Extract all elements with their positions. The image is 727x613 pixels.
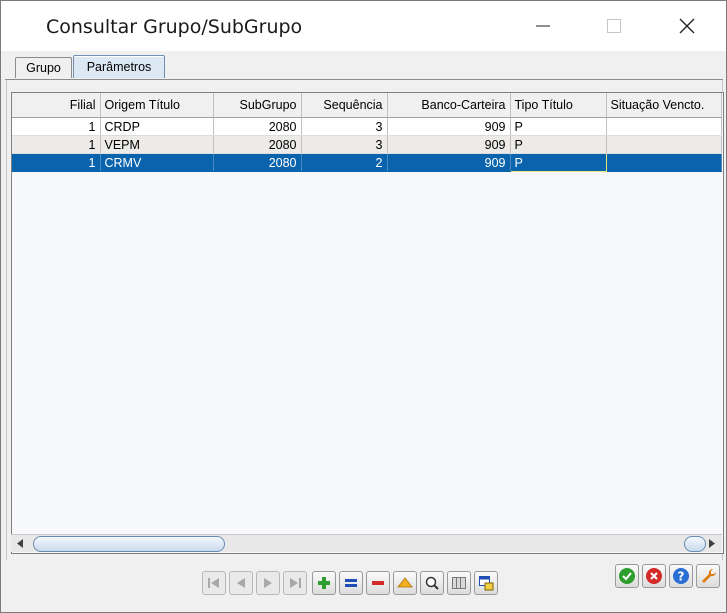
prior-record-button[interactable] [229, 571, 253, 595]
table-export-icon [479, 576, 494, 591]
cell-filial[interactable]: 1 [12, 135, 101, 154]
export-button[interactable] [474, 571, 498, 595]
tab-grupo[interactable]: Grupo [15, 57, 72, 78]
column-header-situacao-vencto[interactable]: Situação Vencto. [606, 93, 722, 118]
minus-icon [372, 581, 384, 585]
cancel-circle-icon [646, 568, 662, 584]
help-button[interactable]: ? [669, 564, 693, 588]
grid-columns-icon [452, 577, 466, 589]
confirm-button[interactable] [615, 564, 639, 588]
title-bar: Consultar Grupo/SubGrupo [1, 1, 726, 51]
plus-icon [318, 577, 330, 589]
table-row[interactable]: 1 CRDP 2080 3 909 P [12, 117, 722, 136]
minimize-button[interactable] [520, 1, 566, 51]
scroll-thumb[interactable] [33, 536, 225, 552]
tab-parametros[interactable]: Parâmetros [73, 55, 165, 78]
horizontal-scrollbar[interactable] [11, 534, 722, 552]
last-record-button[interactable] [283, 571, 307, 595]
triangle-up-icon [397, 577, 413, 588]
cell-situacao-vencto[interactable] [606, 117, 722, 136]
table-row-selected[interactable]: 1 CRMV 2080 2 909 P [12, 153, 722, 172]
dialog-window: Consultar Grupo/SubGrupo Grupo Parâmetro… [0, 0, 727, 613]
column-header-filial[interactable]: Filial [12, 93, 101, 118]
cell-filial[interactable]: 1 [12, 117, 101, 136]
cell-banco-carteira[interactable]: 909 [387, 135, 511, 154]
delete-button[interactable] [366, 571, 390, 595]
data-grid[interactable]: Filial Origem Título SubGrupo Sequência … [11, 92, 724, 554]
next-record-button[interactable] [256, 571, 280, 595]
post-button[interactable] [393, 571, 417, 595]
close-icon [679, 18, 695, 34]
cell-filial[interactable]: 1 [12, 153, 101, 172]
prior-icon [237, 578, 245, 588]
window-title: Consultar Grupo/SubGrupo [46, 16, 303, 38]
close-button[interactable] [664, 1, 710, 51]
svg-text:?: ? [678, 570, 685, 584]
wrench-icon [702, 568, 717, 583]
arrow-left-icon [17, 539, 23, 548]
scroll-thumb-end[interactable] [684, 536, 706, 552]
cell-banco-carteira[interactable]: 909 [387, 153, 511, 172]
cell-banco-carteira[interactable]: 909 [387, 117, 511, 136]
edit-button[interactable] [339, 571, 363, 595]
last-icon [290, 578, 301, 588]
cell-subgrupo[interactable]: 2080 [213, 153, 302, 172]
equals-icon [345, 579, 357, 587]
help-circle-icon: ? [673, 568, 689, 584]
cell-tipo-titulo[interactable]: P [510, 117, 607, 136]
cell-subgrupo[interactable]: 2080 [213, 117, 302, 136]
first-record-button[interactable] [202, 571, 226, 595]
next-icon [264, 578, 272, 588]
insert-button[interactable] [312, 571, 336, 595]
maximize-icon [607, 19, 621, 33]
check-circle-icon [619, 568, 635, 584]
search-icon [425, 576, 439, 590]
scroll-right-button[interactable] [705, 537, 719, 550]
column-header-origem-titulo[interactable]: Origem Título [100, 93, 214, 118]
columns-button[interactable] [447, 571, 471, 595]
search-button[interactable] [420, 571, 444, 595]
cell-tipo-titulo-focused[interactable]: P [509, 153, 607, 172]
cell-sequencia[interactable]: 3 [301, 135, 388, 154]
cell-tipo-titulo[interactable]: P [510, 135, 607, 154]
cell-origem-titulo[interactable]: CRDP [100, 117, 214, 136]
scroll-left-button[interactable] [13, 537, 27, 550]
cell-situacao-vencto[interactable] [606, 135, 722, 154]
minimize-icon [536, 25, 550, 27]
column-header-banco-carteira[interactable]: Banco-Carteira [387, 93, 511, 118]
table-row[interactable]: 1 VEPM 2080 3 909 P [12, 135, 722, 154]
cell-sequencia[interactable]: 2 [301, 153, 388, 172]
cell-situacao-vencto[interactable] [606, 153, 722, 172]
first-icon [208, 578, 219, 588]
cell-origem-titulo[interactable]: VEPM [100, 135, 214, 154]
maximize-button[interactable] [591, 1, 637, 51]
tab-divider [5, 79, 723, 80]
column-header-tipo-titulo[interactable]: Tipo Título [510, 93, 607, 118]
grid-table: Filial Origem Título SubGrupo Sequência … [12, 93, 722, 172]
cancel-button[interactable] [642, 564, 666, 588]
column-header-subgrupo[interactable]: SubGrupo [213, 93, 302, 118]
arrow-right-icon [709, 539, 715, 548]
tools-button[interactable] [696, 564, 720, 588]
column-header-sequencia[interactable]: Sequência [301, 93, 388, 118]
grid-header-row: Filial Origem Título SubGrupo Sequência … [12, 93, 722, 118]
cell-origem-titulo[interactable]: CRMV [100, 153, 214, 172]
cell-sequencia[interactable]: 3 [301, 117, 388, 136]
cell-subgrupo[interactable]: 2080 [213, 135, 302, 154]
